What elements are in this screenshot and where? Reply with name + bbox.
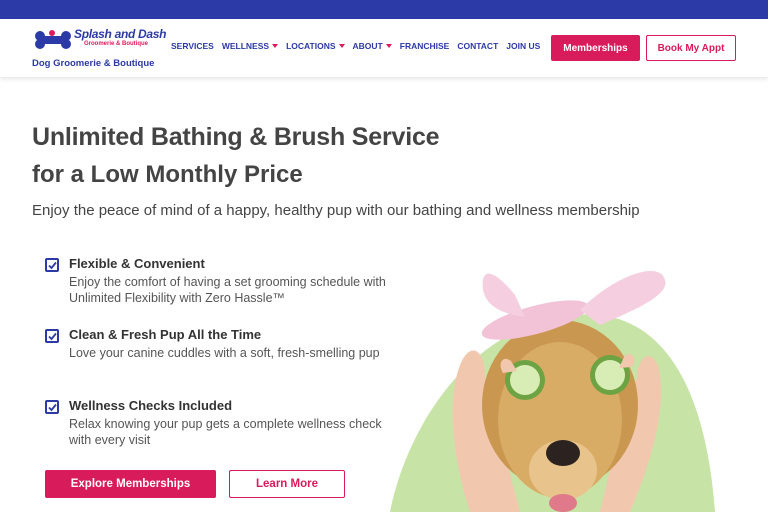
- hero-dog-image: [385, 255, 768, 512]
- site-header: Splash and Dash Groomerie & Boutique Dog…: [0, 19, 768, 77]
- book-appointment-button[interactable]: Book My Appt: [646, 35, 736, 61]
- caret-down-icon: [385, 44, 392, 48]
- memberships-button[interactable]: Memberships: [551, 35, 640, 61]
- lead-text: Enjoy the peace of mind of a happy, heal…: [32, 202, 640, 219]
- nav-item-label: FRANCHISE: [399, 41, 450, 51]
- feature-title: Flexible & Convenient: [69, 256, 205, 271]
- nav-item-franchise[interactable]: FRANCHISE: [400, 41, 450, 51]
- nav-item-services[interactable]: SERVICES: [171, 41, 214, 51]
- nav-item-label: CONTACT: [457, 41, 499, 51]
- feature-description: Love your canine cuddles with a soft, fr…: [69, 346, 380, 360]
- brand-tagline: Dog Groomerie & Boutique: [32, 58, 155, 69]
- nav-item-label: SERVICES: [171, 41, 214, 51]
- checkbox-icon: [45, 329, 59, 343]
- caret-down-icon: [338, 44, 345, 48]
- feature-title: Wellness Checks Included: [69, 398, 233, 413]
- checkbox-icon: [45, 258, 59, 272]
- brand-subname: Groomerie & Boutique: [84, 41, 149, 47]
- nav-item-label: WELLNESS: [221, 41, 270, 51]
- nav-item-contact[interactable]: CONTACT: [457, 41, 498, 51]
- top-bar: [0, 0, 768, 19]
- main-nav: SERVICES WELLNESS LOCATIONS ABOUT FRANCH…: [171, 41, 540, 51]
- nav-item-wellness[interactable]: WELLNESS: [221, 41, 279, 51]
- feature-description: Relax knowing your pup gets a complete w…: [69, 417, 382, 447]
- nav-item-about[interactable]: ABOUT: [353, 41, 392, 51]
- logo[interactable]: Splash and Dash Groomerie & Boutique Dog…: [32, 27, 167, 71]
- checkbox-icon: [45, 400, 59, 414]
- page-subtitle: for a Low Monthly Price: [32, 161, 303, 188]
- nav-item-label: ABOUT: [352, 41, 383, 51]
- page-title: Unlimited Bathing & Brush Service: [32, 123, 440, 151]
- logo-bone-icon: [35, 30, 71, 49]
- learn-more-button[interactable]: Learn More: [229, 470, 345, 498]
- nav-item-label: LOCATIONS: [286, 41, 336, 51]
- nav-item-label: JOIN US: [506, 41, 541, 51]
- caret-down-icon: [272, 44, 279, 48]
- feature-description: Enjoy the comfort of having a set groomi…: [69, 275, 386, 305]
- nav-item-locations[interactable]: LOCATIONS: [286, 41, 345, 51]
- feature-title: Clean & Fresh Pup All the Time: [69, 327, 262, 342]
- dog-illustration: [390, 271, 715, 512]
- nav-item-join-us[interactable]: JOIN US: [506, 41, 540, 51]
- explore-memberships-button[interactable]: Explore Memberships: [45, 470, 216, 498]
- brand-name: Splash and Dash: [74, 27, 167, 41]
